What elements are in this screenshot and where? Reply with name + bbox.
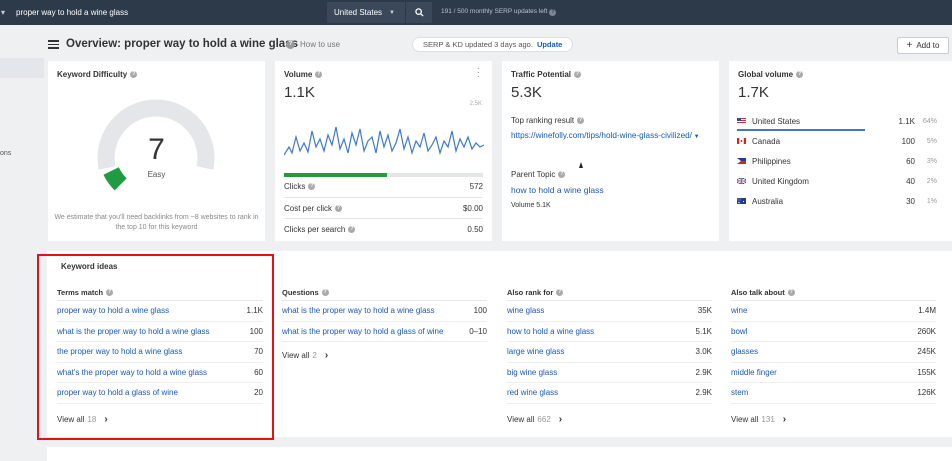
global-volume-value: 1.7K [738,84,769,101]
help-icon[interactable]: ? [335,204,343,212]
sidebar-item-label[interactable]: ons [0,150,11,157]
view-all-questions[interactable]: View all 2 › [282,343,487,367]
cpc-row: Cost per click? $0.00 [284,197,483,218]
highlight-box [37,254,274,440]
serp-updates-count: 191 / 500 monthly SERP updates left? [441,8,557,16]
also-talk-about-column: Also talk about? wine 1.4M bowl 260K glass… [731,285,936,432]
volume-trend-line [284,126,484,156]
list-item: glasses 245K [731,342,936,363]
canada-flag-icon [737,138,746,144]
view-all-also-rank-for[interactable]: View all 662 › [507,408,712,432]
help-icon[interactable]: ? [796,71,804,78]
volume-card: Volume ? · · · 1.1K 2.5K Clicks? 572 Cost … [275,61,492,241]
list-item: red wine glass 2.9K [507,383,712,404]
parent-topic-label: Parent Topic [511,170,556,179]
list-item: middle finger 155K [731,363,936,383]
help-icon[interactable]: ? [556,289,564,296]
also-rank-for-column: Also rank for? wine glass 35K how to hold… [507,285,712,432]
help-icon: ? [286,40,295,49]
view-all-also-talk-about[interactable]: View all 131 › [731,408,936,432]
top-result-url[interactable]: https://winefolly.com/tips/hold-wine-gla… [511,131,692,140]
update-button[interactable]: Update [537,40,562,49]
help-icon[interactable]: ? [577,117,585,125]
top-search-bar: ▾ proper way to hold a wine glass United… [0,0,952,25]
keyword-difficulty-card: Keyword Difficulty ? 7 Easy We estimate … [48,61,265,241]
search-input[interactable]: proper way to hold a wine glass [11,8,331,17]
also-rank-for-header: Also rank for [507,288,554,297]
kd-value: 7 [148,133,165,166]
traffic-title: Traffic Potential [511,70,572,79]
philippines-flag-icon [737,158,746,164]
list-item: how to hold a wine glass 5.1K [507,322,712,342]
country-row-canada[interactable]: Canada 100 5% [737,131,937,151]
add-to-button[interactable]: + Add to [897,37,949,54]
list-item: big wine glass 2.9K [507,363,712,383]
serp-status-badge: SERP & KD updated 3 days ago. Update [412,37,574,52]
list-item: what is the proper way to hold a glass o… [282,322,487,342]
country-select-value: United States [334,8,383,17]
country-row-australia[interactable]: Australia 30 1% [737,191,937,211]
cps-row: Clicks per search? 0.50 [284,218,483,239]
page-title: Overview: proper way to hold a wine glas… [66,38,298,50]
us-flag-icon [737,118,746,124]
questions-column: Questions? what is the proper way to hol… [282,285,487,367]
uk-flag-icon [737,178,746,184]
questions-header: Questions [282,288,319,297]
list-item: wine 1.4M [731,301,936,322]
chevron-right-icon: › [558,414,563,425]
chevron-right-icon: › [324,349,329,361]
global-volume-card: Global volume ? 1.7K United States 1.1K … [729,61,952,241]
country-row-united-kingdom[interactable]: United Kingdom 40 2% [737,171,937,191]
next-section-card [47,447,952,461]
chevron-down-icon[interactable]: ▼ [692,134,700,140]
kd-title: Keyword Difficulty [57,70,128,79]
traffic-value: 5.3K [511,84,542,101]
more-icon[interactable]: · · · [477,64,480,82]
volume-title: Volume [284,70,313,79]
help-icon[interactable]: ? [308,183,316,191]
help-icon[interactable]: ? [558,171,566,179]
help-icon[interactable]: ? [321,289,329,296]
parent-volume: Volume 5.1K [511,202,551,209]
how-to-use-link[interactable]: ? How to use [286,40,340,49]
list-item: wine glass 35K [507,301,712,322]
list-item: bowl 260K [731,322,936,342]
help-icon[interactable]: ? [130,71,138,78]
list-item: large wine glass 3.0K [507,342,712,363]
help-icon[interactable]: ? [549,9,557,16]
plus-icon: + [906,40,913,51]
also-talk-about-header: Also talk about [731,288,785,297]
list-item: stem 126K [731,383,936,404]
top-result-label: Top ranking result [511,116,575,125]
country-row-united-states[interactable]: United States 1.1K 64% [737,111,937,131]
sidebar-active-item[interactable] [0,58,44,78]
help-icon[interactable]: ? [574,71,582,78]
overview-header: Overview: proper way to hold a wine glas… [44,31,952,59]
menu-icon[interactable] [48,40,59,49]
chevron-right-icon: › [782,414,787,425]
list-item: what is the proper way to hold a wine gl… [282,301,487,322]
australia-flag-icon [737,198,746,204]
clicks-row: Clicks? 572 [284,182,483,191]
volume-value: 1.1K [284,84,315,101]
help-icon[interactable]: ? [315,71,323,78]
kd-note: We estimate that you'll need backlinks f… [54,214,259,231]
global-volume-title: Global volume [738,70,794,79]
volume-trend-chart [284,126,484,156]
search-icon [414,8,424,17]
parent-topic-link[interactable]: how to hold a wine glass [511,185,604,195]
traffic-potential-card: Traffic Potential ? 5.3K Top ranking res… [502,61,719,241]
help-icon[interactable]: ? [787,289,795,296]
cursor-icon [579,162,583,168]
kd-label: Easy [147,170,166,179]
country-row-philippines[interactable]: Philippines 60 3% [737,151,937,171]
chevron-down-icon: ▼ [389,9,395,16]
country-select[interactable]: United States ▼ [327,2,405,23]
chevron-down-icon[interactable]: ▾ [1,8,11,17]
search-button[interactable] [406,2,432,23]
help-icon[interactable]: ? [348,225,356,233]
